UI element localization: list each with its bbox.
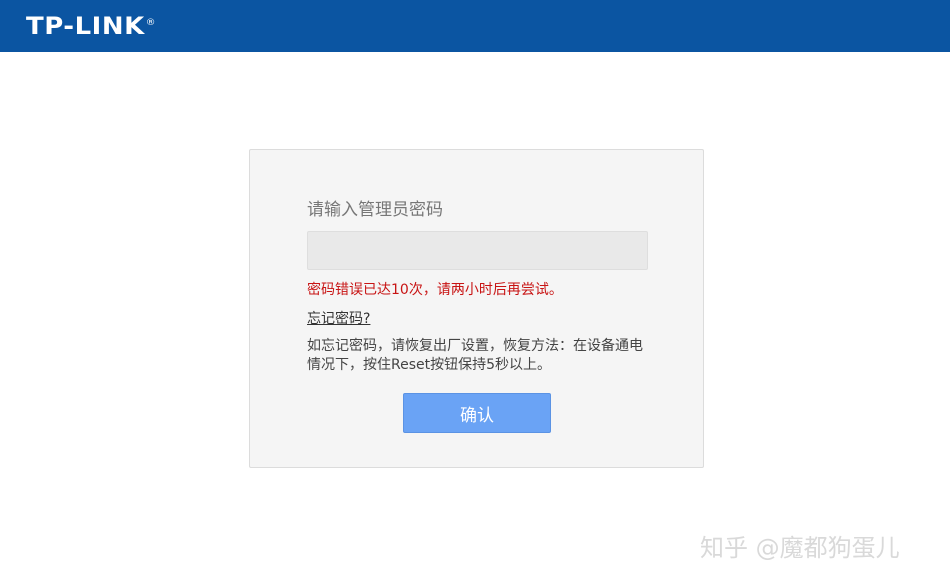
tp-link-logo: TP-LINK® (26, 12, 157, 40)
error-message: 密码错误已达10次，请两小时后再尝试。 (307, 282, 563, 298)
registered-mark: ® (145, 18, 157, 28)
forgot-password-link[interactable]: 忘记密码? (307, 309, 370, 329)
password-label: 请输入管理员密码 (307, 200, 443, 220)
reset-help-text: 如忘记密码，请恢复出厂设置，恢复方法：在设备通电情况下，按住Reset按钮保持5… (307, 338, 643, 373)
login-panel: 请输入管理员密码 密码错误已达10次，请两小时后再尝试。 忘记密码? 如忘记密码… (249, 149, 704, 468)
password-input[interactable] (307, 231, 648, 270)
zhihu-watermark: 知乎 @魔都狗蛋儿 (700, 534, 900, 562)
confirm-button[interactable]: 确认 (403, 393, 551, 433)
top-header-bar: TP-LINK® (0, 0, 950, 52)
